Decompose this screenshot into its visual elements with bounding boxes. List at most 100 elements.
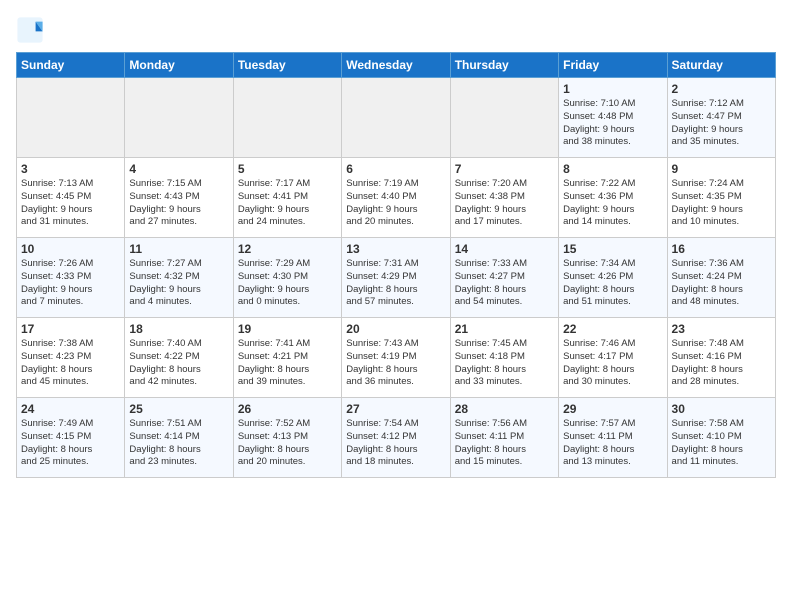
- day-info: Sunrise: 7:34 AM Sunset: 4:26 PM Dayligh…: [563, 258, 662, 309]
- day-number: 15: [563, 242, 662, 256]
- day-number: 8: [563, 162, 662, 176]
- day-info: Sunrise: 7:26 AM Sunset: 4:33 PM Dayligh…: [21, 258, 120, 309]
- day-number: 11: [129, 242, 228, 256]
- weekday-header-cell: Friday: [559, 53, 667, 78]
- day-info: Sunrise: 7:19 AM Sunset: 4:40 PM Dayligh…: [346, 178, 445, 229]
- calendar-cell: 6 Sunrise: 7:19 AM Sunset: 4:40 PM Daylig…: [342, 158, 450, 238]
- day-info: Sunrise: 7:13 AM Sunset: 4:45 PM Dayligh…: [21, 178, 120, 229]
- calendar-cell: [17, 78, 125, 158]
- day-number: 19: [238, 322, 337, 336]
- calendar-cell: 18Sunrise: 7:40 AM Sunset: 4:22 PM Dayli…: [125, 318, 233, 398]
- header: [16, 16, 776, 44]
- day-number: 6: [346, 162, 445, 176]
- day-number: 12: [238, 242, 337, 256]
- weekday-header-cell: Thursday: [450, 53, 558, 78]
- day-number: 29: [563, 402, 662, 416]
- calendar-cell: 10 Sunrise: 7:26 AM Sunset: 4:33 PM Dayli…: [17, 238, 125, 318]
- calendar-cell: [450, 78, 558, 158]
- calendar-cell: 13Sunrise: 7:31 AM Sunset: 4:29 PM Dayli…: [342, 238, 450, 318]
- calendar-cell: 1Sunrise: 7:10 AM Sunset: 4:48 PM Daylig…: [559, 78, 667, 158]
- day-info: Sunrise: 7:41 AM Sunset: 4:21 PM Dayligh…: [238, 338, 337, 389]
- calendar-week-row: 1Sunrise: 7:10 AM Sunset: 4:48 PM Daylig…: [17, 78, 776, 158]
- day-number: 26: [238, 402, 337, 416]
- day-info: Sunrise: 7:54 AM Sunset: 4:12 PM Dayligh…: [346, 418, 445, 469]
- calendar-cell: 16Sunrise: 7:36 AM Sunset: 4:24 PM Dayli…: [667, 238, 775, 318]
- day-info: Sunrise: 7:43 AM Sunset: 4:19 PM Dayligh…: [346, 338, 445, 389]
- day-number: 10: [21, 242, 120, 256]
- calendar-week-row: 10 Sunrise: 7:26 AM Sunset: 4:33 PM Dayli…: [17, 238, 776, 318]
- day-number: 17: [21, 322, 120, 336]
- calendar-cell: 23 Sunrise: 7:48 AM Sunset: 4:16 PM Dayli…: [667, 318, 775, 398]
- calendar-cell: 24 Sunrise: 7:49 AM Sunset: 4:15 PM Dayli…: [17, 398, 125, 478]
- day-number: 7: [455, 162, 554, 176]
- calendar-week-row: 17Sunrise: 7:38 AM Sunset: 4:23 PM Dayli…: [17, 318, 776, 398]
- day-info: Sunrise: 7:57 AM Sunset: 4:11 PM Dayligh…: [563, 418, 662, 469]
- calendar-cell: 21 Sunrise: 7:45 AM Sunset: 4:18 PM Dayli…: [450, 318, 558, 398]
- calendar-week-row: 24 Sunrise: 7:49 AM Sunset: 4:15 PM Dayli…: [17, 398, 776, 478]
- day-number: 28: [455, 402, 554, 416]
- calendar-cell: 5Sunrise: 7:17 AM Sunset: 4:41 PM Daylig…: [233, 158, 341, 238]
- day-info: Sunrise: 7:31 AM Sunset: 4:29 PM Dayligh…: [346, 258, 445, 309]
- day-info: Sunrise: 7:51 AM Sunset: 4:14 PM Dayligh…: [129, 418, 228, 469]
- day-info: Sunrise: 7:29 AM Sunset: 4:30 PM Dayligh…: [238, 258, 337, 309]
- calendar-cell: 29 Sunrise: 7:57 AM Sunset: 4:11 PM Dayli…: [559, 398, 667, 478]
- day-info: Sunrise: 7:45 AM Sunset: 4:18 PM Dayligh…: [455, 338, 554, 389]
- weekday-header-row: SundayMondayTuesdayWednesdayThursdayFrid…: [17, 53, 776, 78]
- day-info: Sunrise: 7:48 AM Sunset: 4:16 PM Dayligh…: [672, 338, 771, 389]
- logo: [16, 16, 48, 44]
- weekday-header-cell: Tuesday: [233, 53, 341, 78]
- calendar-cell: 9 Sunrise: 7:24 AM Sunset: 4:35 PM Daylig…: [667, 158, 775, 238]
- calendar-body: 1Sunrise: 7:10 AM Sunset: 4:48 PM Daylig…: [17, 78, 776, 478]
- day-info: Sunrise: 7:40 AM Sunset: 4:22 PM Dayligh…: [129, 338, 228, 389]
- day-number: 21: [455, 322, 554, 336]
- day-number: 4: [129, 162, 228, 176]
- day-number: 9: [672, 162, 771, 176]
- day-number: 3: [21, 162, 120, 176]
- calendar-cell: 28Sunrise: 7:56 AM Sunset: 4:11 PM Dayli…: [450, 398, 558, 478]
- day-number: 30: [672, 402, 771, 416]
- calendar-cell: 14 Sunrise: 7:33 AM Sunset: 4:27 PM Dayli…: [450, 238, 558, 318]
- day-number: 20: [346, 322, 445, 336]
- day-info: Sunrise: 7:24 AM Sunset: 4:35 PM Dayligh…: [672, 178, 771, 229]
- day-number: 25: [129, 402, 228, 416]
- day-info: Sunrise: 7:17 AM Sunset: 4:41 PM Dayligh…: [238, 178, 337, 229]
- calendar-cell: 11 Sunrise: 7:27 AM Sunset: 4:32 PM Dayli…: [125, 238, 233, 318]
- calendar-table: SundayMondayTuesdayWednesdayThursdayFrid…: [16, 52, 776, 478]
- day-number: 22: [563, 322, 662, 336]
- day-number: 2: [672, 82, 771, 96]
- day-info: Sunrise: 7:49 AM Sunset: 4:15 PM Dayligh…: [21, 418, 120, 469]
- calendar-cell: 20 Sunrise: 7:43 AM Sunset: 4:19 PM Dayli…: [342, 318, 450, 398]
- day-info: Sunrise: 7:33 AM Sunset: 4:27 PM Dayligh…: [455, 258, 554, 309]
- day-number: 24: [21, 402, 120, 416]
- day-number: 23: [672, 322, 771, 336]
- day-number: 27: [346, 402, 445, 416]
- day-info: Sunrise: 7:22 AM Sunset: 4:36 PM Dayligh…: [563, 178, 662, 229]
- weekday-header-cell: Saturday: [667, 53, 775, 78]
- calendar-cell: [125, 78, 233, 158]
- day-info: Sunrise: 7:20 AM Sunset: 4:38 PM Dayligh…: [455, 178, 554, 229]
- weekday-header-cell: Monday: [125, 53, 233, 78]
- day-info: Sunrise: 7:15 AM Sunset: 4:43 PM Dayligh…: [129, 178, 228, 229]
- calendar-cell: 8 Sunrise: 7:22 AM Sunset: 4:36 PM Daylig…: [559, 158, 667, 238]
- calendar-cell: 30Sunrise: 7:58 AM Sunset: 4:10 PM Dayli…: [667, 398, 775, 478]
- weekday-header-cell: Sunday: [17, 53, 125, 78]
- calendar-cell: 15 Sunrise: 7:34 AM Sunset: 4:26 PM Dayli…: [559, 238, 667, 318]
- calendar-cell: 7 Sunrise: 7:20 AM Sunset: 4:38 PM Daylig…: [450, 158, 558, 238]
- weekday-header-cell: Wednesday: [342, 53, 450, 78]
- logo-icon: [16, 16, 44, 44]
- day-info: Sunrise: 7:36 AM Sunset: 4:24 PM Dayligh…: [672, 258, 771, 309]
- calendar-cell: 19 Sunrise: 7:41 AM Sunset: 4:21 PM Dayli…: [233, 318, 341, 398]
- calendar-cell: [342, 78, 450, 158]
- calendar-cell: 27 Sunrise: 7:54 AM Sunset: 4:12 PM Dayli…: [342, 398, 450, 478]
- calendar-cell: 25 Sunrise: 7:51 AM Sunset: 4:14 PM Dayli…: [125, 398, 233, 478]
- calendar-cell: 22 Sunrise: 7:46 AM Sunset: 4:17 PM Dayli…: [559, 318, 667, 398]
- calendar-cell: [233, 78, 341, 158]
- day-info: Sunrise: 7:12 AM Sunset: 4:47 PM Dayligh…: [672, 98, 771, 149]
- calendar-cell: 12 Sunrise: 7:29 AM Sunset: 4:30 PM Dayli…: [233, 238, 341, 318]
- calendar-cell: 3 Sunrise: 7:13 AM Sunset: 4:45 PM Daylig…: [17, 158, 125, 238]
- page-container: SundayMondayTuesdayWednesdayThursdayFrid…: [0, 0, 792, 488]
- day-info: Sunrise: 7:46 AM Sunset: 4:17 PM Dayligh…: [563, 338, 662, 389]
- day-info: Sunrise: 7:27 AM Sunset: 4:32 PM Dayligh…: [129, 258, 228, 309]
- day-number: 14: [455, 242, 554, 256]
- day-info: Sunrise: 7:52 AM Sunset: 4:13 PM Dayligh…: [238, 418, 337, 469]
